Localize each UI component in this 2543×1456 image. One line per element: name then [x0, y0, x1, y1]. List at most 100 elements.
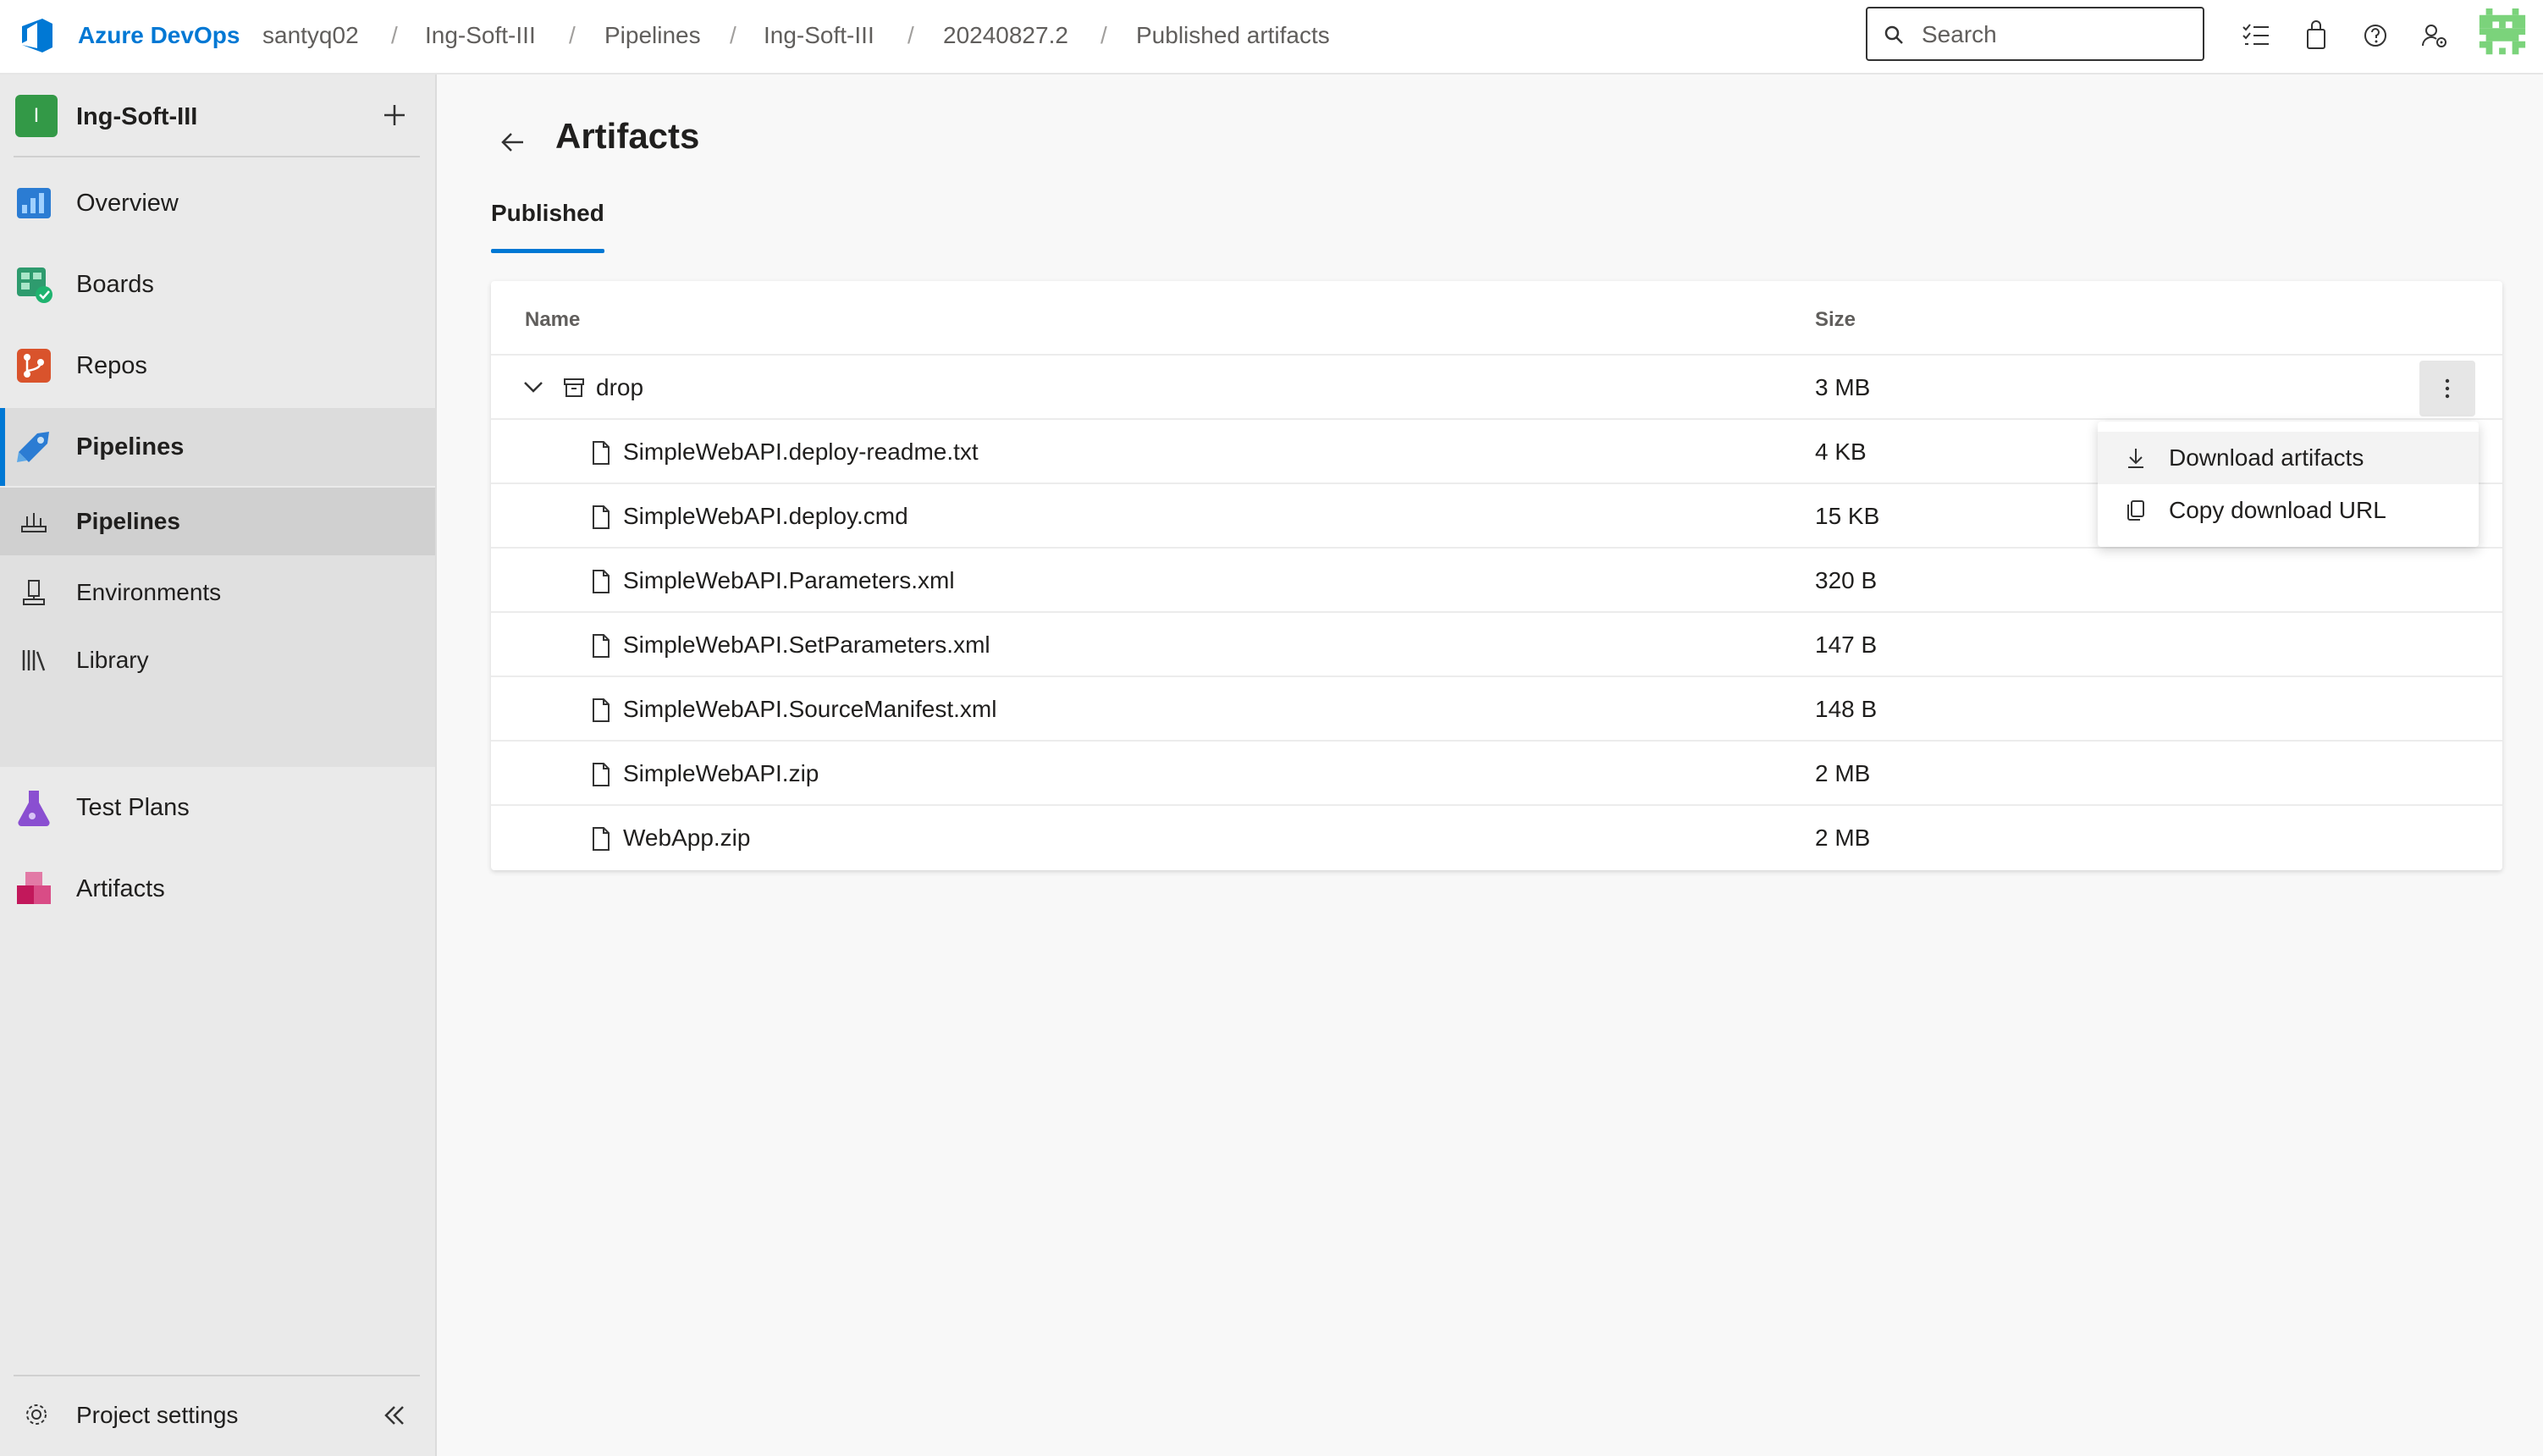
back-arrow-icon[interactable]: [498, 127, 528, 157]
nav-item-artifacts[interactable]: Artifacts: [0, 850, 435, 928]
menu-item-copy-download-url[interactable]: Copy download URL: [2098, 484, 2479, 537]
breadcrumb-separator: /: [907, 22, 914, 48]
collapse-sidebar-icon[interactable]: [379, 1400, 410, 1431]
sub-nav-pipelines[interactable]: Pipelines: [0, 488, 435, 555]
file-icon: [593, 698, 610, 722]
breadcrumb-separator: /: [569, 22, 576, 48]
sub-nav-label: Library: [76, 647, 149, 673]
nav-item-repos[interactable]: Repos: [0, 327, 435, 405]
library-icon: [22, 650, 46, 671]
marketplace-bag-icon[interactable]: [2299, 19, 2333, 52]
test-plans-icon: [18, 791, 50, 827]
breadcrumb-run[interactable]: 20240827.2: [943, 19, 1068, 52]
file-size: 2 MB: [1815, 760, 1871, 786]
nav-label: Boards: [76, 271, 154, 298]
folder-name: drop: [596, 374, 644, 400]
project-settings-button[interactable]: Project settings: [0, 1382, 435, 1449]
boards-icon: [17, 267, 52, 303]
file-size: 148 B: [1815, 696, 1878, 722]
breadcrumb-separator: /: [730, 22, 736, 48]
file-icon: [593, 570, 610, 593]
file-size: 2 MB: [1815, 825, 1871, 851]
gear-icon: [26, 1404, 47, 1425]
sub-nav-environments[interactable]: Environments: [0, 559, 435, 626]
sub-nav-label: Environments: [76, 579, 222, 605]
search-icon: [1884, 25, 1903, 44]
file-row[interactable]: WebApp.zip 2 MB: [491, 804, 2502, 869]
plus-icon[interactable]: [379, 100, 410, 130]
file-name: SimpleWebAPI.Parameters.xml: [623, 567, 955, 593]
search-placeholder[interactable]: Search: [1922, 19, 1997, 51]
file-icon: [593, 827, 610, 851]
breadcrumb-current-page: Published artifacts: [1136, 22, 1330, 48]
artifact-context-menu: Download artifacts Copy download URL: [2098, 422, 2479, 547]
pipelines-sub-icon: [21, 513, 47, 532]
file-icon: [593, 634, 610, 658]
project-name[interactable]: Ing-Soft-III: [76, 100, 197, 134]
file-name: SimpleWebAPI.SetParameters.xml: [623, 631, 990, 658]
nav-label: Artifacts: [76, 875, 165, 902]
breadcrumb-project[interactable]: Ing-Soft-III: [425, 19, 536, 52]
file-size: 147 B: [1815, 631, 1878, 658]
nav-item-pipelines[interactable]: Pipelines: [0, 408, 435, 486]
nav-item-overview[interactable]: Overview: [0, 164, 435, 242]
nav-label: Overview: [76, 190, 179, 217]
file-name: SimpleWebAPI.deploy.cmd: [623, 503, 908, 529]
project-avatar[interactable]: I: [15, 95, 58, 137]
breadcrumb-separator: /: [391, 22, 398, 48]
copy-icon: [2127, 500, 2144, 521]
file-row[interactable]: SimpleWebAPI.zip 2 MB: [491, 740, 2502, 804]
page-title: Artifacts: [555, 116, 700, 156]
nav-item-test-plans[interactable]: Test Plans: [0, 769, 435, 847]
file-icon: [593, 441, 610, 465]
file-name: SimpleWebAPI.zip: [623, 760, 819, 786]
tab-selected-indicator: [491, 249, 604, 253]
more-vertical-icon: [2445, 378, 2450, 399]
more-actions-button[interactable]: [2419, 361, 2475, 416]
folder-size: 3 MB: [1815, 374, 1871, 400]
file-name: WebApp.zip: [623, 825, 751, 851]
file-icon: [593, 763, 610, 786]
repos-icon: [17, 349, 51, 383]
nav-label: Repos: [76, 352, 147, 379]
file-size: 4 KB: [1815, 438, 1867, 465]
artifacts-table: Name Size drop 3 MB SimpleWebAPI.deploy-…: [491, 281, 2502, 870]
environments-icon: [23, 580, 45, 605]
column-header-size[interactable]: Size: [1815, 305, 1856, 335]
file-name: SimpleWebAPI.deploy-readme.txt: [623, 438, 979, 465]
tab-published[interactable]: Published: [491, 196, 604, 230]
nav-label: Test Plans: [76, 794, 190, 821]
breadcrumb-separator: /: [1100, 22, 1107, 48]
brand-link[interactable]: Azure DevOps: [78, 19, 240, 52]
help-icon[interactable]: [2358, 19, 2392, 52]
divider: [14, 1375, 420, 1376]
azure-devops-logo-icon[interactable]: [19, 16, 58, 55]
file-row[interactable]: SimpleWebAPI.SourceManifest.xml 148 B: [491, 676, 2502, 740]
nav-item-boards[interactable]: Boards: [0, 245, 435, 323]
breadcrumb-pipelines[interactable]: Pipelines: [604, 19, 701, 52]
user-settings-icon[interactable]: [2418, 19, 2452, 52]
chevron-down-icon[interactable]: [521, 379, 545, 396]
download-icon: [2128, 449, 2143, 468]
column-header-name[interactable]: Name: [525, 305, 580, 335]
file-row[interactable]: SimpleWebAPI.SetParameters.xml 147 B: [491, 611, 2502, 676]
search-box[interactable]: Search: [1866, 7, 2204, 61]
top-bar: Azure DevOps santyq02 / Ing-Soft-III / P…: [0, 0, 2543, 74]
menu-item-download-artifacts[interactable]: Download artifacts: [2098, 432, 2479, 484]
file-row[interactable]: SimpleWebAPI.Parameters.xml 320 B: [491, 547, 2502, 611]
divider: [14, 156, 420, 157]
task-list-icon[interactable]: [2240, 19, 2274, 52]
artifact-folder-row[interactable]: drop 3 MB: [491, 354, 2502, 418]
breadcrumb-pipeline[interactable]: Ing-Soft-III: [764, 19, 874, 52]
project-settings-label: Project settings: [76, 1402, 239, 1428]
menu-item-label: Download artifacts: [2169, 444, 2364, 471]
pipelines-submenu: Pipelines Environments Library: [0, 488, 435, 767]
overview-icon: [17, 188, 51, 218]
left-navigation: I Ing-Soft-III Overview Boards Repos Pip…: [0, 74, 437, 1456]
file-size: 320 B: [1815, 567, 1878, 593]
archive-icon: [564, 378, 584, 397]
breadcrumb-organization[interactable]: santyq02: [262, 19, 359, 52]
sub-nav-library[interactable]: Library: [0, 626, 435, 694]
user-avatar[interactable]: [2479, 8, 2526, 61]
menu-item-label: Copy download URL: [2169, 497, 2386, 523]
